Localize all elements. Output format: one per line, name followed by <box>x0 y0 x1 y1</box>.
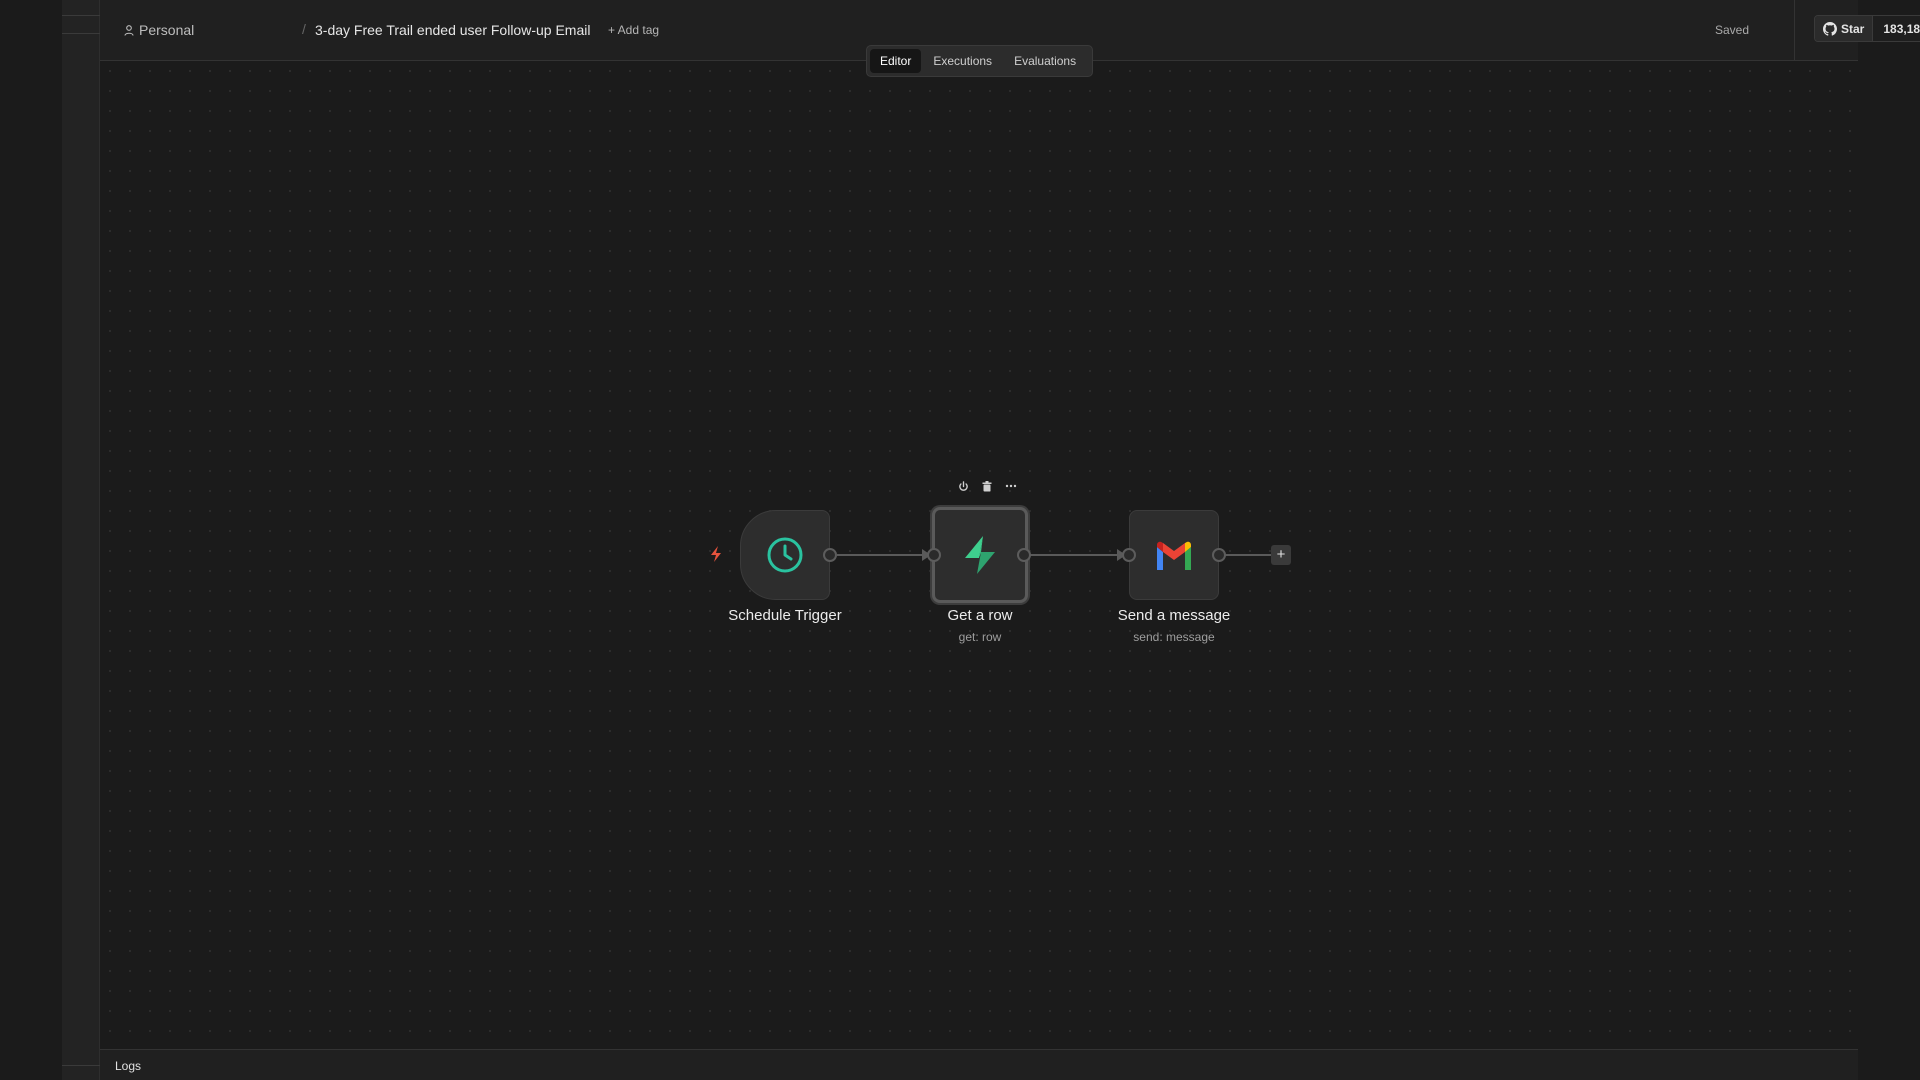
logs-label: Logs <box>115 1059 142 1073</box>
power-icon[interactable] <box>956 479 970 493</box>
output-handle[interactable] <box>1212 548 1226 562</box>
view-tabs: Editor Executions Evaluations <box>866 45 1093 77</box>
github-star-count[interactable]: 183,188 <box>1873 16 1920 41</box>
project-name: Personal <box>139 22 195 38</box>
github-icon <box>1823 21 1837 36</box>
gmail-icon <box>1157 541 1191 570</box>
add-node-button[interactable]: + <box>1271 545 1291 565</box>
header-divider <box>1794 0 1795 61</box>
app: Personal / 3-day Free Trail ended user F… <box>0 0 1920 1080</box>
node-label: Schedule Trigger <box>728 607 842 624</box>
node-get-a-row[interactable] <box>932 507 1028 603</box>
tab-evaluations[interactable]: Evaluations <box>1004 49 1086 73</box>
tab-editor[interactable]: Editor <box>870 49 922 73</box>
trash-icon[interactable] <box>980 479 994 493</box>
node-send-a-message[interactable] <box>1129 510 1219 600</box>
input-handle[interactable] <box>927 548 941 562</box>
tab-executions[interactable]: Executions <box>923 49 1002 73</box>
bolt-icon <box>711 546 721 562</box>
sidebar-divider <box>62 15 100 16</box>
node-subtitle: send: message <box>1133 630 1215 644</box>
node-label: Send a message <box>1117 607 1231 624</box>
left-gutter <box>0 0 62 1080</box>
node-toolbar <box>956 479 1018 493</box>
connection-wire[interactable] <box>837 554 933 556</box>
sidebar-divider <box>62 1065 100 1066</box>
breadcrumb-separator: / <box>302 21 306 37</box>
output-handle[interactable] <box>1017 548 1031 562</box>
save-status: Saved <box>1715 23 1750 37</box>
logs-panel[interactable]: Logs <box>100 1049 1858 1080</box>
sidebar <box>62 0 100 1080</box>
github-star-label: Star <box>1841 21 1865 36</box>
user-icon <box>124 24 134 36</box>
github-star[interactable]: Star <box>1815 16 1874 41</box>
github-star-button[interactable]: Star 183,188 <box>1814 15 1920 42</box>
add-tag-button[interactable]: + Add tag <box>608 23 659 37</box>
right-gutter <box>1858 0 1920 1080</box>
node-schedule-trigger[interactable] <box>740 510 830 600</box>
input-handle[interactable] <box>1122 548 1136 562</box>
supabase-bolt-icon <box>965 536 995 574</box>
connection-wire[interactable] <box>1030 554 1128 556</box>
project-breadcrumb[interactable]: Personal <box>124 22 194 38</box>
node-label: Get a row <box>947 607 1013 624</box>
workflow-name[interactable]: 3-day Free Trail ended user Follow-up Em… <box>315 22 590 38</box>
node-subtitle: get: row <box>958 630 1002 644</box>
sidebar-divider <box>62 33 100 34</box>
more-icon[interactable] <box>1004 479 1018 493</box>
connection-wire[interactable] <box>1225 554 1273 556</box>
output-handle[interactable] <box>823 548 837 562</box>
clock-icon <box>767 537 803 573</box>
